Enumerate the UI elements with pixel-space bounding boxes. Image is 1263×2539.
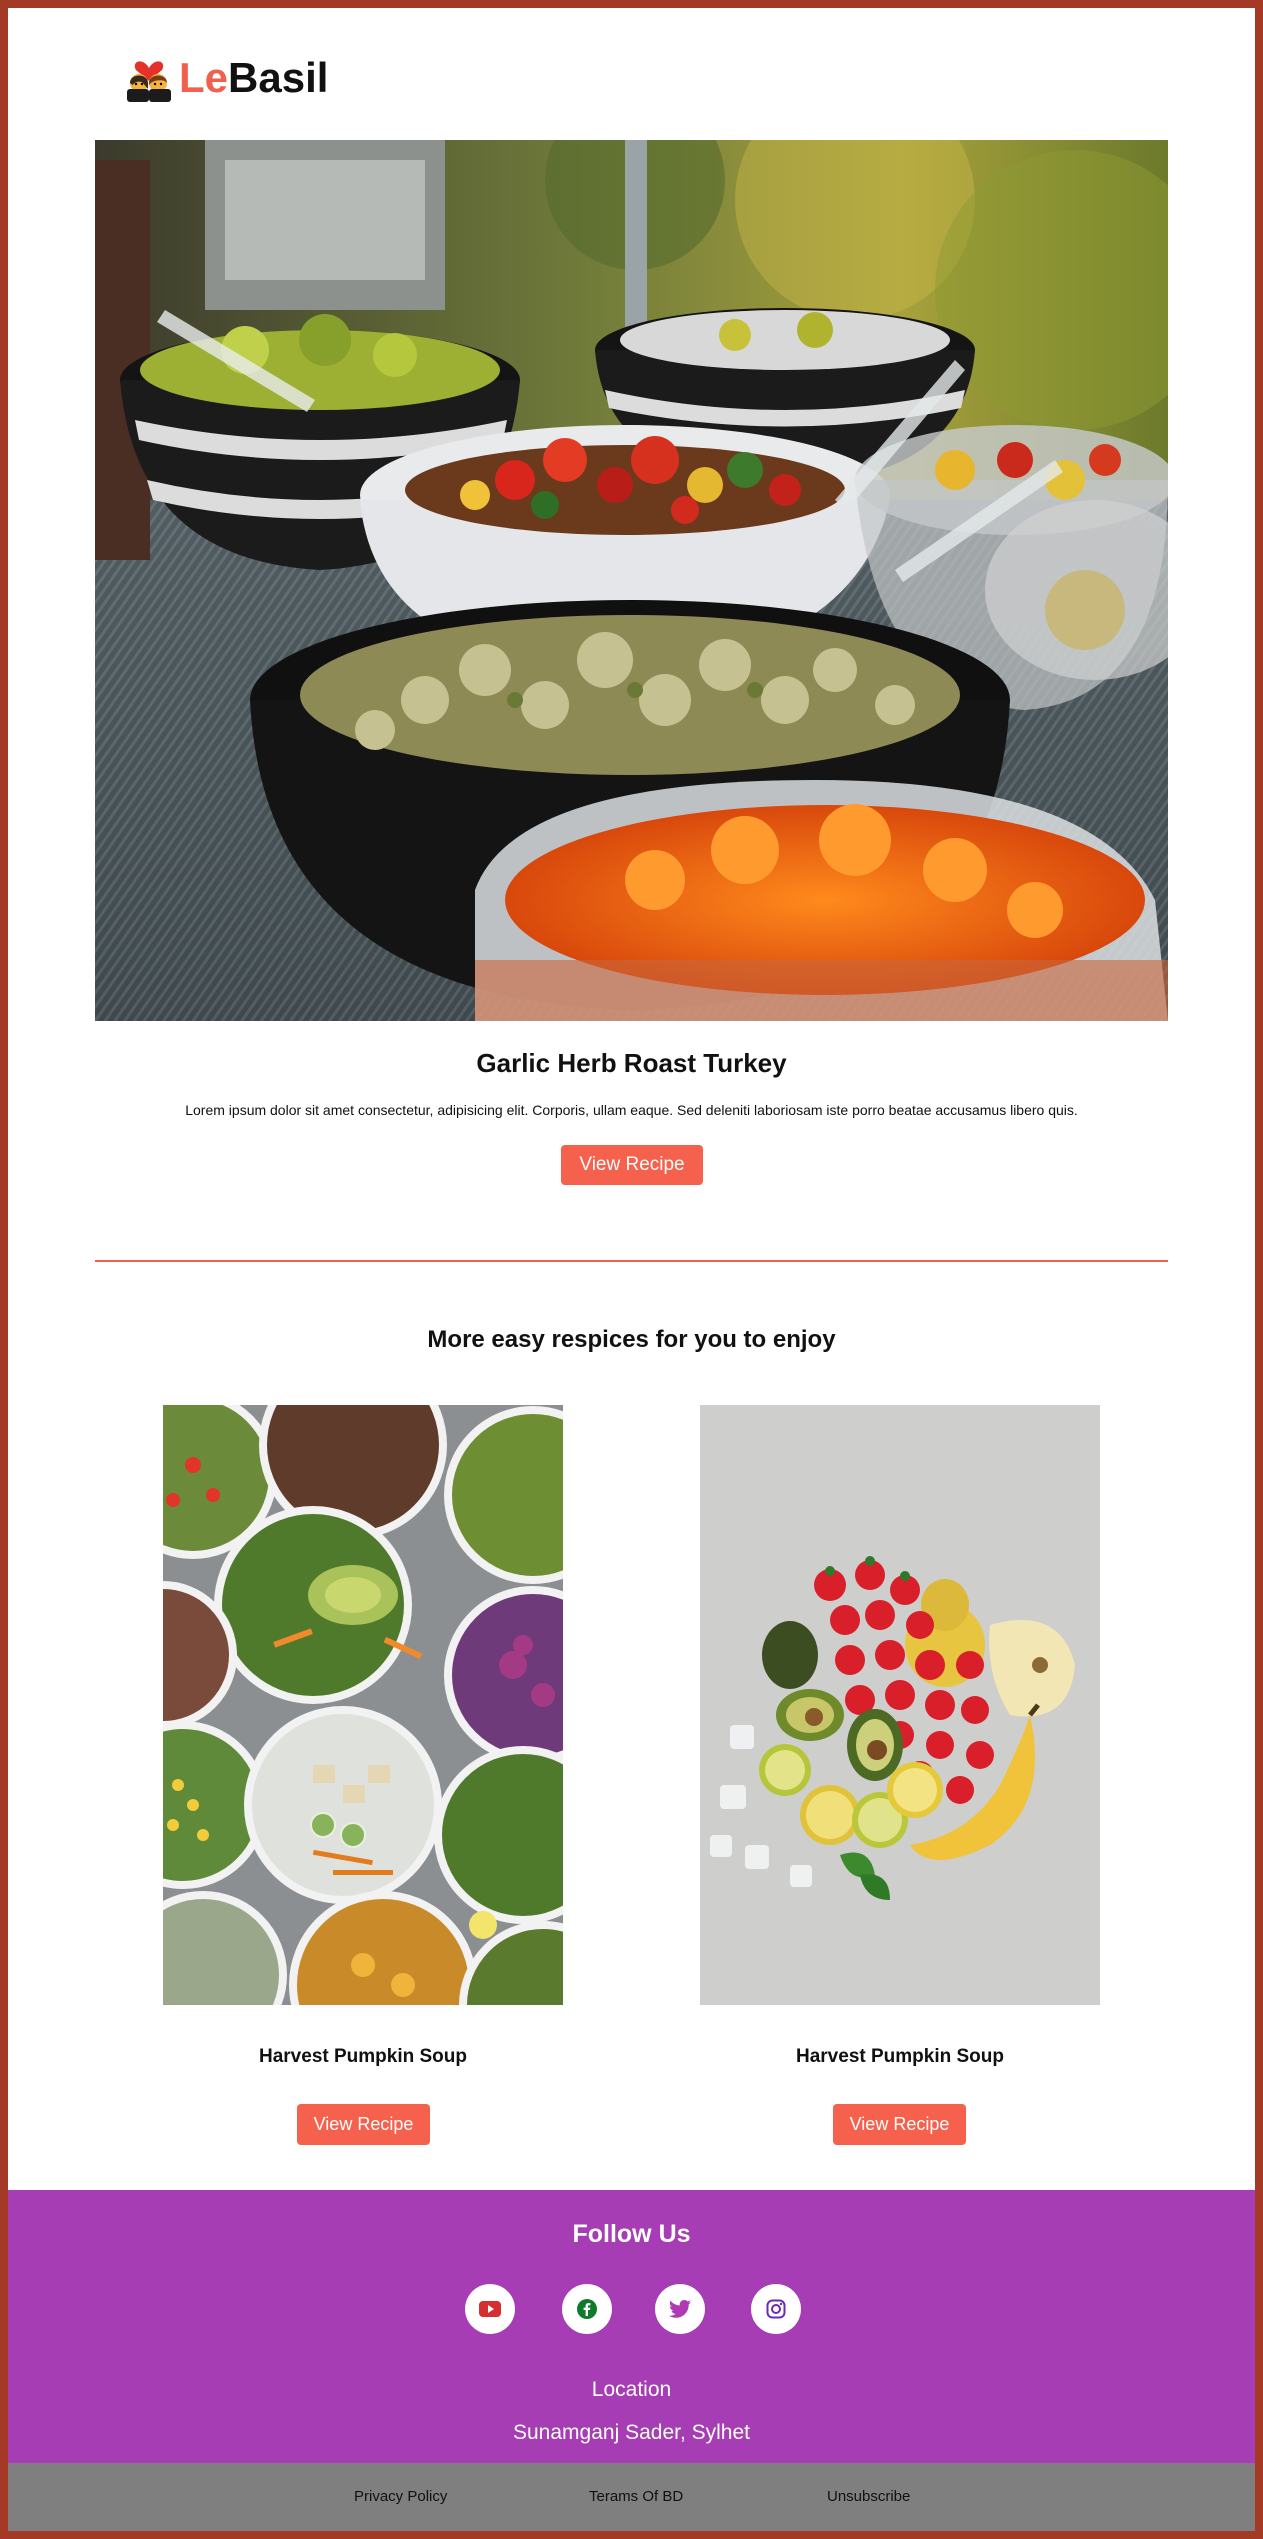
privacy-policy-link[interactable]: Privacy Policy — [354, 2488, 447, 2505]
logo[interactable]: LeBasil — [123, 48, 328, 108]
salad-buffet-photo — [95, 140, 1168, 1021]
footer-links-bar: Privacy Policy Terams Of BD Unsubscribe — [8, 2463, 1255, 2531]
youtube-icon[interactable] — [465, 2284, 515, 2334]
section-divider — [95, 1260, 1168, 1262]
card-view-recipe-button[interactable]: View Recipe — [833, 2104, 966, 2145]
logo-text-le: Le — [179, 54, 229, 101]
more-recipes-heading: More easy respices for you to enjoy — [427, 1326, 836, 1353]
hero-recipe-description: Lorem ipsum dolor sit amet consectetur, … — [185, 1102, 1078, 1118]
facebook-icon[interactable] — [562, 2284, 612, 2334]
hero-recipe-title: Garlic Herb Roast Turkey — [476, 1048, 787, 1078]
card-recipe-title: Harvest Pumpkin Soup — [259, 2046, 467, 2067]
card-view-recipe-button[interactable]: View Recipe — [297, 2104, 430, 2145]
email-page: LeBasil Garlic Herb Roast Turkey Lorem i… — [8, 8, 1255, 2531]
card-recipe-title: Harvest Pumpkin Soup — [796, 2046, 1004, 2067]
hero-view-recipe-button[interactable]: View Recipe — [561, 1145, 703, 1185]
unsubscribe-link[interactable]: Unsubscribe — [827, 2488, 910, 2505]
couple-heart-icon — [123, 53, 175, 103]
instagram-icon[interactable] — [751, 2284, 801, 2334]
salad-bowls-photo — [163, 1405, 563, 2005]
logo-text-basil: Basil — [228, 54, 329, 101]
location-address: Sunamganj Sader, Sylhet — [513, 2421, 750, 2444]
twitter-icon[interactable] — [655, 2284, 705, 2334]
follow-us-heading: Follow Us — [572, 2220, 691, 2248]
footer: Follow Us Location Sunamganj Sader, Sylh… — [8, 2190, 1255, 2463]
fruit-platter-photo — [700, 1405, 1100, 2005]
location-label: Location — [591, 2378, 672, 2401]
terms-link[interactable]: Terams Of BD — [589, 2488, 683, 2505]
